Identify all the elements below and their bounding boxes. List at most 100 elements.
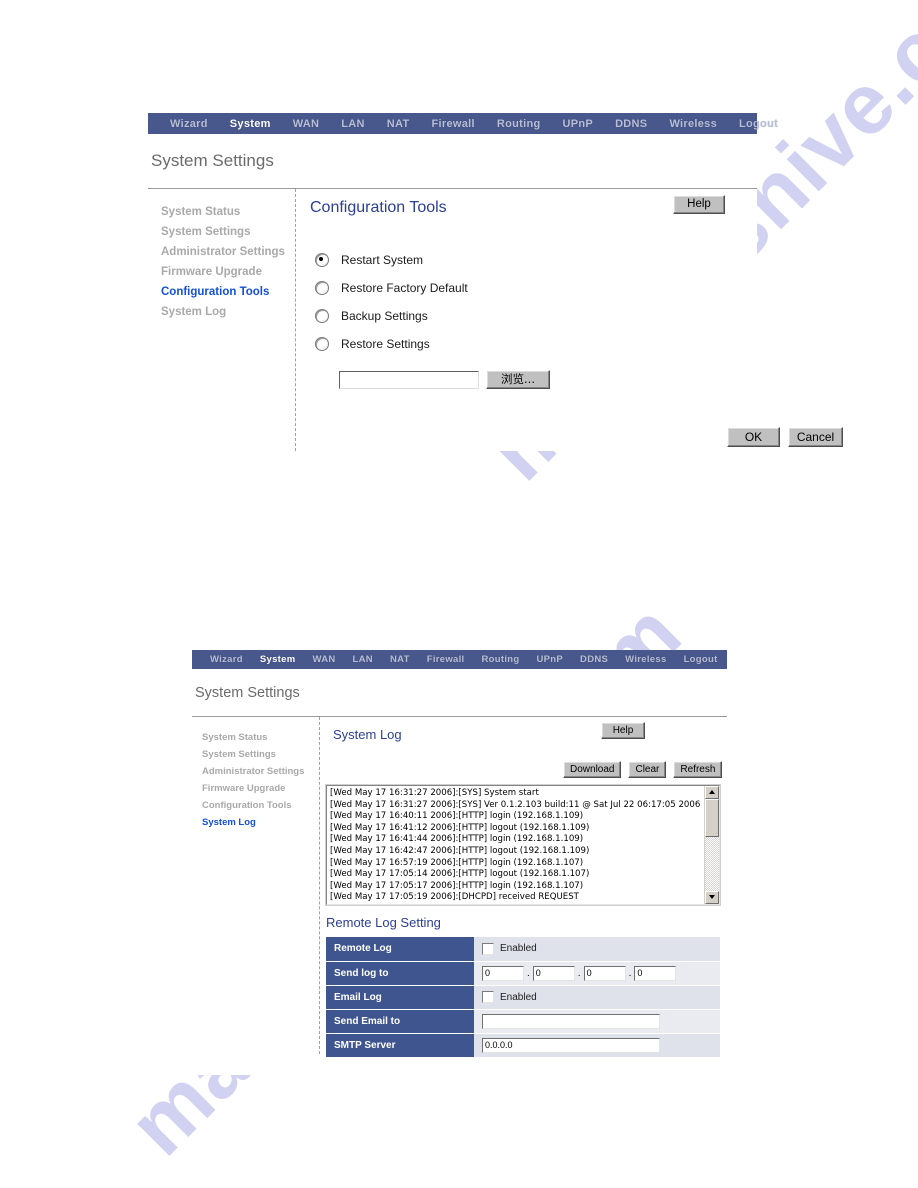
help-button[interactable]: Help bbox=[673, 195, 725, 214]
radio-row-restore-factory-default[interactable]: Restore Factory Default bbox=[315, 274, 757, 302]
system-log-textarea[interactable]: [Wed May 17 16:31:27 2006]:[SYS] System … bbox=[326, 785, 720, 905]
configuration-tools-screenshot: Wizard System WAN LAN NAT Firewall Routing UPnP… bbox=[148, 113, 843, 451]
nav-item-wizard[interactable]: Wizard bbox=[210, 654, 243, 665]
nav-item-nat[interactable]: NAT bbox=[387, 118, 410, 130]
log-line: [Wed May 17 16:41:12 2006]:[HTTP] logout… bbox=[330, 822, 590, 833]
top-navigation-bar: Wizard System WAN LAN NAT Firewall Routing UPnP… bbox=[148, 113, 778, 134]
nav-item-wizard[interactable]: Wizard bbox=[170, 118, 208, 130]
sidebar-item-system-settings[interactable]: System Settings bbox=[202, 746, 319, 763]
send-log-to-ip-group: 0.0.0.0 bbox=[482, 965, 719, 981]
sidebar-item-administrator-settings[interactable]: Administrator Settings bbox=[161, 242, 295, 262]
sidebar-item-administrator-settings[interactable]: Administrator Settings bbox=[202, 763, 319, 780]
log-line: [Wed May 17 16:31:27 2006]:[SYS] Ver 0.1… bbox=[330, 799, 701, 810]
radio-row-restore-settings[interactable]: Restore Settings bbox=[315, 330, 757, 358]
row-value-send-log-to: 0.0.0.0 bbox=[474, 961, 720, 986]
sidebar-menu-top: System Status System Settings Administrato… bbox=[148, 189, 296, 451]
send-log-to-octet-4[interactable]: 0 bbox=[634, 965, 677, 981]
sidebar-item-configuration-tools[interactable]: Configuration Tools bbox=[202, 797, 319, 814]
nav-item-firewall[interactable]: Firewall bbox=[432, 118, 475, 130]
send-log-to-octet-1[interactable]: 0 bbox=[482, 965, 524, 981]
row-label-remote-log: Remote Log bbox=[326, 937, 474, 962]
log-line: [Wed May 17 17:05:17 2006]:[HTTP] login … bbox=[330, 880, 584, 891]
table-row-smtp-server: SMTP Server 0.0.0.0 bbox=[326, 1033, 720, 1058]
system-log-content: System Log Help Download Clear Refresh [… bbox=[320, 717, 727, 1058]
radio-backup-settings[interactable] bbox=[315, 309, 329, 323]
nav-item-upnp[interactable]: UPnP bbox=[536, 654, 563, 665]
radio-label-restore-settings: Restore Settings bbox=[341, 337, 430, 351]
nav-item-wireless[interactable]: Wireless bbox=[625, 654, 666, 665]
sidebar-item-configuration-tools[interactable]: Configuration Tools bbox=[161, 282, 295, 302]
nav-item-wan[interactable]: WAN bbox=[312, 654, 335, 665]
log-line: [Wed May 17 16:31:27 2006]:[SYS] System … bbox=[330, 788, 539, 798]
sidebar-item-system-status[interactable]: System Status bbox=[202, 729, 319, 746]
section-title-system-log: System Log bbox=[333, 727, 402, 742]
page-title-bar-bottom: System Settings bbox=[192, 669, 727, 717]
nav-item-ddns[interactable]: DDNS bbox=[580, 654, 608, 665]
nav-item-routing[interactable]: Routing bbox=[497, 118, 541, 130]
nav-item-nat[interactable]: NAT bbox=[390, 654, 410, 665]
browse-button[interactable]: 浏览... bbox=[486, 370, 550, 389]
radio-restore-factory-default[interactable] bbox=[315, 281, 329, 295]
system-log-lines: [Wed May 17 16:31:27 2006]:[SYS] System … bbox=[327, 786, 704, 904]
ok-button[interactable]: OK bbox=[727, 427, 780, 447]
sidebar-item-system-log[interactable]: System Log bbox=[161, 302, 295, 322]
ip-separator-dot: . bbox=[527, 967, 530, 979]
radio-restore-settings[interactable] bbox=[315, 337, 329, 351]
log-line: [Wed May 17 16:40:11 2006]:[HTTP] login … bbox=[330, 811, 584, 822]
nav-item-ddns[interactable]: DDNS bbox=[615, 118, 647, 130]
nav-item-logout[interactable]: Logout bbox=[684, 654, 718, 665]
restore-file-row: 浏览... bbox=[339, 370, 757, 389]
help-button-secondary[interactable]: Help bbox=[601, 722, 645, 739]
nav-item-system[interactable]: System bbox=[260, 654, 296, 665]
nav-item-lan[interactable]: LAN bbox=[353, 654, 373, 665]
email-log-enabled-checkbox[interactable] bbox=[482, 991, 494, 1003]
nav-item-logout[interactable]: Logout bbox=[739, 118, 778, 130]
sidebar-item-firmware-upgrade[interactable]: Firmware Upgrade bbox=[202, 780, 319, 797]
table-row-send-log-to: Send log to 0.0.0.0 bbox=[326, 961, 720, 986]
clear-button[interactable]: Clear bbox=[628, 761, 667, 778]
smtp-server-input[interactable]: 0.0.0.0 bbox=[482, 1037, 660, 1053]
radio-row-backup-settings[interactable]: Backup Settings bbox=[315, 302, 757, 330]
sidebar-menu-bottom: System Status System Settings Administrato… bbox=[192, 717, 320, 1054]
log-scrollbar[interactable] bbox=[704, 786, 719, 904]
send-log-to-octet-2[interactable]: 0 bbox=[532, 965, 575, 981]
cancel-button[interactable]: Cancel bbox=[788, 427, 843, 447]
row-label-send-log-to: Send log to bbox=[326, 961, 474, 986]
table-row-send-email-to: Send Email to bbox=[326, 1009, 720, 1034]
radio-label-restart-system: Restart System bbox=[341, 253, 424, 267]
scroll-up-arrow-icon[interactable] bbox=[705, 786, 719, 799]
nav-item-lan[interactable]: LAN bbox=[341, 118, 365, 130]
nav-item-system[interactable]: System bbox=[230, 118, 271, 130]
row-value-smtp-server: 0.0.0.0 bbox=[474, 1033, 720, 1058]
radio-row-restart-system[interactable]: Restart System bbox=[315, 246, 757, 274]
sidebar-item-system-status[interactable]: System Status bbox=[161, 202, 295, 222]
remote-log-enabled-checkbox[interactable] bbox=[482, 942, 494, 955]
send-log-to-octet-3[interactable]: 0 bbox=[583, 965, 626, 981]
sidebar-item-system-settings[interactable]: System Settings bbox=[161, 222, 295, 242]
radio-restart-system[interactable] bbox=[315, 253, 329, 267]
nav-item-wan[interactable]: WAN bbox=[293, 118, 320, 130]
row-value-email-log: Enabled bbox=[474, 985, 720, 1010]
remote-log-enabled-label: Enabled bbox=[500, 943, 537, 955]
top-navigation-bar-secondary: Wizard System WAN LAN NAT Firewall Routing UPnP… bbox=[192, 650, 727, 669]
log-line: [Wed May 17 17:05:14 2006]:[HTTP] logout… bbox=[330, 869, 590, 880]
nav-item-routing[interactable]: Routing bbox=[482, 654, 520, 665]
page-title-bar-top: System Settings bbox=[148, 134, 757, 189]
nav-item-wireless[interactable]: Wireless bbox=[669, 118, 717, 130]
page-title-secondary: System Settings bbox=[195, 684, 300, 701]
ip-separator-dot: . bbox=[628, 967, 632, 979]
download-button[interactable]: Download bbox=[563, 761, 622, 778]
sidebar-item-firmware-upgrade[interactable]: Firmware Upgrade bbox=[161, 262, 295, 282]
radio-label-backup-settings: Backup Settings bbox=[341, 309, 428, 323]
send-email-to-input[interactable] bbox=[482, 1013, 660, 1029]
nav-item-upnp[interactable]: UPnP bbox=[563, 118, 594, 130]
nav-item-firewall[interactable]: Firewall bbox=[427, 654, 465, 665]
log-line: [Wed May 17 16:42:47 2006]:[HTTP] logout… bbox=[330, 845, 590, 856]
restore-file-input[interactable] bbox=[339, 370, 479, 389]
sidebar-item-system-log[interactable]: System Log bbox=[202, 814, 319, 831]
scrollbar-thumb[interactable] bbox=[705, 799, 719, 837]
configuration-tools-content: Configuration Tools Help Restart System R… bbox=[296, 189, 843, 451]
refresh-button[interactable]: Refresh bbox=[673, 761, 723, 778]
scrollbar-track[interactable] bbox=[705, 799, 719, 891]
scroll-down-arrow-icon[interactable] bbox=[705, 891, 719, 904]
